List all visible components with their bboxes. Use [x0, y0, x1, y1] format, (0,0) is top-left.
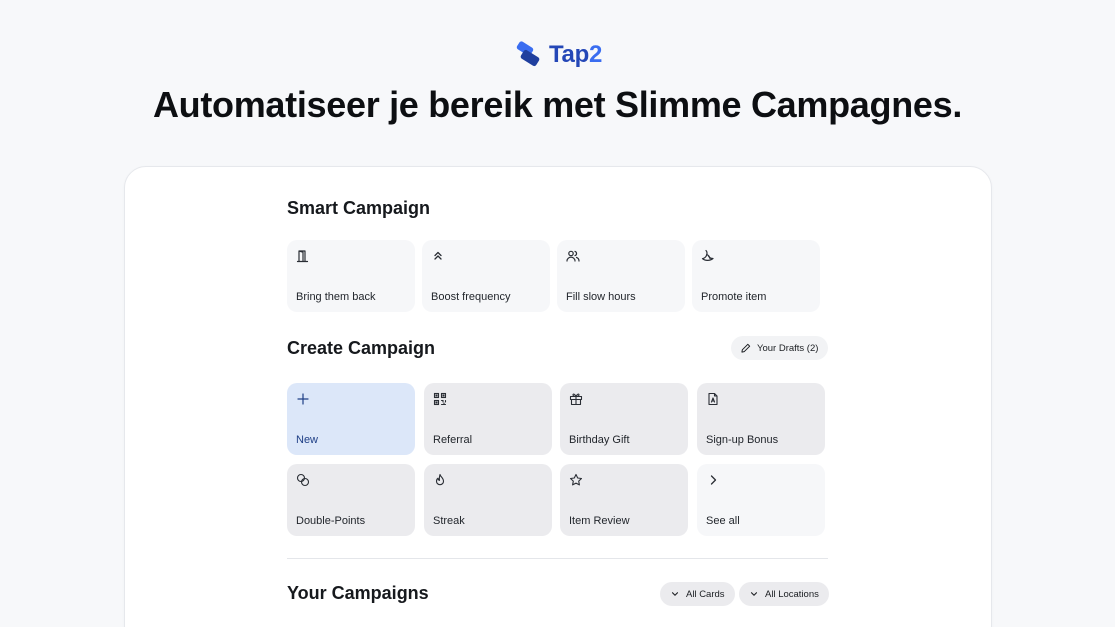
tile-label: Item Review — [569, 515, 630, 527]
page: Tap2 Automatiseer je bereik met Slimme C… — [0, 0, 1115, 627]
all-cards-label: All Cards — [686, 588, 725, 600]
tile-label: Referral — [433, 434, 473, 446]
banana-icon — [701, 249, 715, 263]
flame-icon — [433, 473, 447, 487]
create-tile-double-points[interactable]: Double-Points — [287, 464, 415, 536]
door-icon — [296, 249, 310, 263]
all-cards-filter[interactable]: All Cards — [660, 582, 735, 606]
tile-label: Double-Points — [296, 515, 366, 527]
smart-tile-bring-them-back[interactable]: Bring them back — [287, 240, 415, 312]
chevrons-up-icon — [431, 249, 445, 263]
page-headline: Automatiseer je bereik met Slimme Campag… — [152, 84, 963, 125]
tile-label: See all — [706, 515, 740, 527]
tile-label: Bring them back — [296, 291, 376, 303]
coins-icon — [296, 473, 310, 487]
tile-label: Boost frequency — [431, 291, 511, 303]
create-tile-new[interactable]: New — [287, 383, 415, 455]
gift-icon — [569, 392, 583, 406]
your-campaigns-title: Your Campaigns — [287, 583, 429, 603]
create-tile-birthday-gift[interactable]: Birthday Gift — [560, 383, 688, 455]
tile-label: Promote item — [701, 291, 767, 303]
smart-tile-promote-item[interactable]: Promote item — [692, 240, 820, 312]
your-drafts-button[interactable]: Your Drafts (2) — [731, 336, 829, 360]
smart-tile-fill-slow-hours[interactable]: Fill slow hours — [557, 240, 685, 312]
all-locations-filter[interactable]: All Locations — [739, 582, 829, 606]
section-divider — [287, 558, 828, 559]
chevron-down-icon — [750, 592, 758, 596]
tile-label: Fill slow hours — [566, 291, 636, 303]
users-icon — [566, 249, 580, 263]
create-campaign-title: Create Campaign — [287, 338, 436, 358]
chevron-down-icon — [671, 592, 679, 596]
create-tile-streak[interactable]: Streak — [424, 464, 552, 536]
plus-icon — [296, 392, 310, 406]
create-tile-item-review[interactable]: Item Review — [560, 464, 688, 536]
all-locations-label: All Locations — [765, 588, 819, 600]
tile-label: Streak — [433, 515, 465, 527]
document-icon — [706, 392, 720, 406]
smart-tile-boost-frequency[interactable]: Boost frequency — [422, 240, 550, 312]
qr-code-icon — [433, 392, 447, 406]
tile-label: New — [296, 434, 319, 446]
brand[interactable]: Tap2 — [0, 40, 1115, 70]
brand-name: Tap2 — [548, 41, 603, 68]
smart-campaign-title: Smart Campaign — [287, 198, 431, 218]
pencil-icon — [741, 343, 751, 353]
star-icon — [569, 473, 583, 487]
your-drafts-label: Your Drafts (2) — [757, 342, 819, 354]
tile-label: Birthday Gift — [569, 434, 630, 446]
create-tile-sign-up-bonus[interactable]: Sign-up Bonus — [697, 383, 825, 455]
chevron-right-icon — [706, 473, 720, 487]
create-tile-referral[interactable]: Referral — [424, 383, 552, 455]
see-all-button[interactable]: See all — [697, 464, 825, 536]
tap2-logo-icon — [516, 41, 540, 67]
tile-label: Sign-up Bonus — [706, 434, 779, 446]
